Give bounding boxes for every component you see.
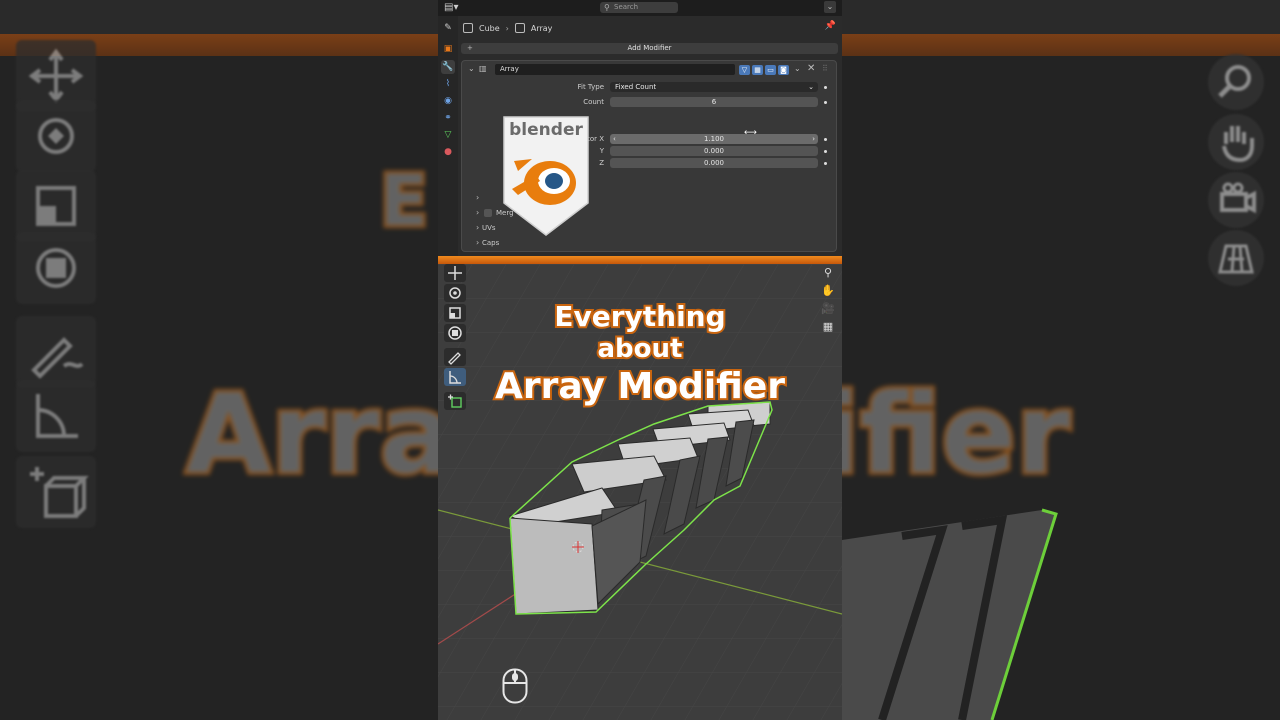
subpanel-chevron-icon[interactable]: › (476, 193, 479, 202)
remove-modifier-icon[interactable]: ✕ (807, 63, 815, 74)
properties-panel: Cube › Array 📌 + Add Modifier ⌄ ▥ Array … (458, 16, 842, 256)
measure-tool-icon (16, 380, 96, 452)
decrement-arrow-icon[interactable]: ‹ (613, 134, 616, 144)
transform-tool-icon (16, 232, 96, 304)
caps-subpanel-label[interactable]: Caps (482, 239, 499, 247)
fit-type-select[interactable]: Fixed Count ⌄ (610, 82, 818, 92)
viewport-toggle-icon[interactable]: ▭ (765, 65, 776, 75)
background-left: Arra E (0, 0, 438, 720)
modifier-header: ⌄ ▥ Array ▽ ▦ ▭ ◙ ⌄ ✕ ⠿ (462, 61, 836, 77)
overlay-title-line3: Array Modifier (493, 364, 787, 409)
fit-type-value: Fixed Count (615, 83, 657, 91)
rotate-tool-icon (16, 100, 96, 172)
background-right: ifier (842, 0, 1280, 720)
search-placeholder: Search (614, 3, 639, 11)
blender-window: ▤▾ ⚲ Search ⌄ ✎ ▣ 🔧 ⌇ ◉ ⚭ ▽ ● Cube › Arr… (438, 0, 842, 720)
plus-icon: + (467, 44, 473, 52)
render-toggle-icon[interactable]: ◙ (778, 65, 789, 75)
bg-zoom-icon (1208, 54, 1264, 110)
search-input[interactable]: ⚲ Search (600, 2, 678, 13)
object-tab-icon[interactable]: ▣ (441, 42, 455, 56)
mouse-icon (502, 668, 528, 704)
tool-tab-icon[interactable]: ✎ (441, 21, 455, 35)
background-topbar (0, 0, 438, 34)
increment-arrow-icon[interactable]: › (812, 134, 815, 144)
modifier-menu-chevron-icon[interactable]: ⌄ (794, 64, 801, 73)
dropdown-chevron-icon: ⌄ (808, 83, 814, 91)
zoom-icon[interactable]: ⚲ (821, 266, 835, 280)
array-modifier-icon: ▥ (479, 64, 487, 73)
count-field[interactable]: 6 (610, 97, 818, 107)
merge-checkbox[interactable] (484, 209, 492, 217)
uvs-subpanel-label[interactable]: UVs (482, 224, 496, 232)
collapse-chevron-icon[interactable]: ⌄ (468, 64, 475, 73)
fit-type-label: Fit Type (577, 83, 604, 91)
add-modifier-label: Add Modifier (627, 44, 672, 52)
resize-cursor-icon: ⟷ (744, 128, 757, 138)
drag-handle-icon[interactable]: ⠿ (822, 64, 828, 73)
overlay-title-line2: about (596, 332, 685, 366)
background-title-left: Arra (183, 367, 438, 501)
subpanel-chevron-icon[interactable]: › (476, 208, 479, 217)
overlay-title-line1: Everything (552, 298, 727, 335)
breadcrumb-object: Cube (479, 23, 500, 33)
breadcrumb: Cube › Array (463, 21, 552, 35)
keyframe-dot[interactable] (824, 138, 827, 141)
physics-tab-icon[interactable]: ◉ (441, 94, 455, 108)
search-icon: ⚲ (604, 3, 610, 12)
keyframe-dot[interactable] (824, 86, 827, 89)
blender-logo: blender (503, 116, 589, 236)
keyframe-dot[interactable] (824, 150, 827, 153)
logo-text: blender (509, 120, 583, 140)
background-cubes (842, 508, 1058, 720)
factor-x-value: 1.100 (703, 135, 725, 143)
background-title-right: ifier (842, 367, 1073, 501)
add-modifier-button[interactable]: + Add Modifier (461, 43, 838, 54)
z-field[interactable]: 0.000 (610, 158, 818, 168)
background-orange-band-right (842, 34, 1280, 56)
count-label: Count (583, 98, 604, 106)
factor-x-field[interactable]: ‹ 1.100 › (610, 134, 818, 144)
modifier-tab-icon[interactable]: 🔧 (441, 60, 455, 74)
add-cube-tool-icon (16, 456, 96, 528)
y-field[interactable]: 0.000 (610, 146, 818, 156)
array-modifier-icon (514, 23, 525, 33)
modifier-name-field[interactable]: Array (495, 64, 735, 75)
subpanel-chevron-icon[interactable]: › (476, 223, 479, 232)
data-tab-icon[interactable]: ▽ (441, 128, 455, 142)
header-dropdown-button[interactable]: ⌄ (824, 1, 836, 13)
edit-mode-toggle-icon[interactable]: ▦ (752, 65, 763, 75)
editor-type-icon[interactable]: ▤▾ (444, 2, 462, 14)
annotate-tool-icon (16, 316, 96, 388)
edit-cage-toggle-icon[interactable]: ▽ (739, 65, 750, 75)
material-tab-icon[interactable]: ● (441, 145, 455, 159)
bg-camera-icon (1208, 172, 1264, 228)
pin-icon[interactable]: 📌 (825, 21, 836, 31)
breadcrumb-separator-icon: › (505, 23, 509, 33)
subpanel-chevron-icon[interactable]: › (476, 238, 479, 247)
3d-viewport[interactable]: ⚲ ✋ 🎥 ▦ Everything about Array Modifier (438, 264, 842, 720)
properties-header: ▤▾ ⚲ Search ⌄ (438, 0, 842, 16)
background-topbar-right (842, 0, 1280, 34)
pan-hand-icon[interactable]: ✋ (821, 284, 835, 298)
keyframe-dot[interactable] (824, 162, 827, 165)
move-tool-button[interactable] (444, 264, 466, 282)
particles-tab-icon[interactable]: ⌇ (441, 77, 455, 91)
keyframe-dot[interactable] (824, 101, 827, 104)
breadcrumb-modifier: Array (530, 23, 553, 33)
bg-grid-icon (1208, 230, 1264, 286)
constraints-tab-icon[interactable]: ⚭ (441, 111, 455, 125)
background-subtitle-left: E (377, 157, 431, 245)
orange-divider (438, 256, 842, 264)
bg-hand-icon (1208, 114, 1264, 170)
properties-tabs: ✎ ▣ 🔧 ⌇ ◉ ⚭ ▽ ● (438, 16, 458, 256)
cube-object-icon (463, 23, 473, 33)
